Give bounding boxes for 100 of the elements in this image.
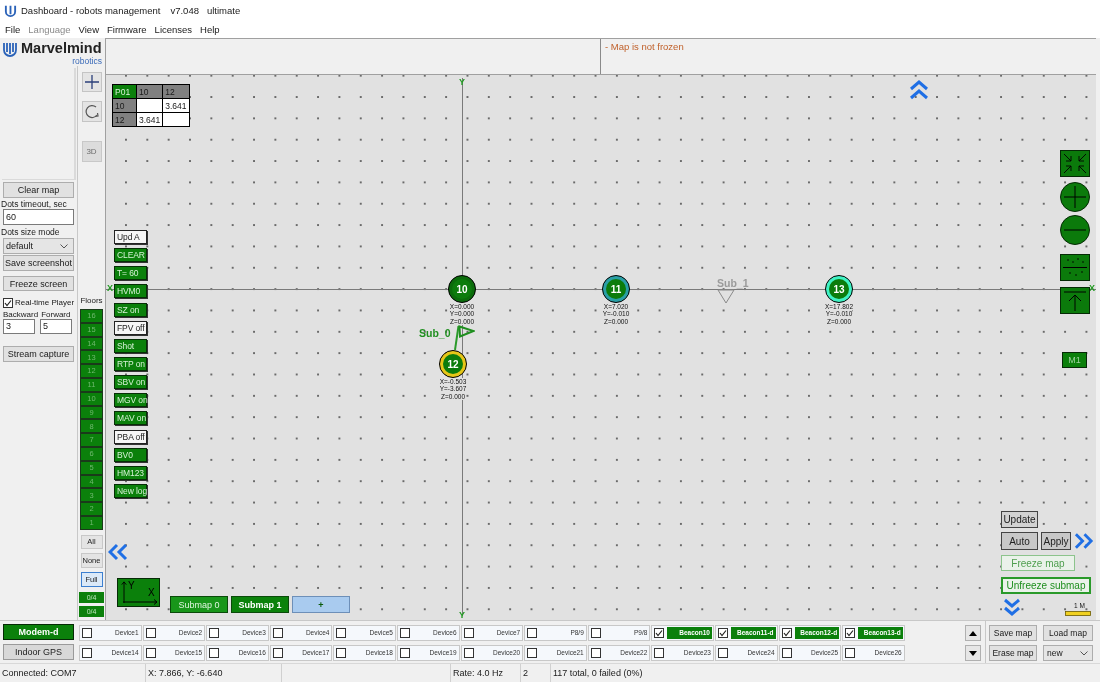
arrow-up-icon[interactable] xyxy=(1060,287,1090,314)
map-toggle-button[interactable]: HM123 xyxy=(114,465,147,480)
map-toggle-button[interactable]: HVM0 xyxy=(114,284,147,299)
erase-map-button[interactable]: Erase map xyxy=(989,645,1037,661)
save-map-button[interactable]: Save map xyxy=(989,625,1037,641)
map-toggle-button[interactable]: New log xyxy=(114,483,147,498)
scale-bar-icon xyxy=(1065,611,1091,616)
checkbox[interactable] xyxy=(272,628,283,638)
double-chevron-left-icon[interactable] xyxy=(108,543,128,561)
menu-item[interactable]: File xyxy=(1,23,25,35)
marker-label: Sub_1 xyxy=(717,277,749,289)
triangle-marker-icon[interactable] xyxy=(458,325,475,338)
auto-button[interactable]: Auto xyxy=(1001,532,1038,550)
freeze-screen-button[interactable]: Freeze screen xyxy=(3,276,74,291)
menu-item[interactable]: Help xyxy=(196,23,224,35)
caret-icon xyxy=(60,243,68,249)
stream-capture-button[interactable]: Stream capture xyxy=(3,346,74,362)
checkbox[interactable] xyxy=(527,648,538,658)
logo-text: Marvelmind xyxy=(21,40,102,57)
input-field[interactable]: 60 xyxy=(3,209,74,225)
beacon-marker[interactable]: 13 xyxy=(825,275,853,303)
status-text: 2 xyxy=(521,664,551,682)
checkbox[interactable] xyxy=(272,648,283,658)
dotted-grid-icon[interactable] xyxy=(1060,254,1090,281)
submap-tab[interactable]: Submap 0 xyxy=(170,596,228,613)
menu-item[interactable]: Firmware xyxy=(103,23,151,35)
checkbox[interactable] xyxy=(82,628,92,638)
zoom-out-icon[interactable] xyxy=(1060,215,1090,245)
version-label: v7.048 xyxy=(170,4,199,16)
checkbox[interactable] xyxy=(145,628,156,638)
beacon-marker[interactable]: 11 xyxy=(602,275,630,303)
crosshair-icon[interactable] xyxy=(81,72,102,92)
save-screenshot-button[interactable]: Save screenshot xyxy=(3,255,74,271)
checkbox[interactable] xyxy=(717,628,728,638)
map-toggle-button[interactable]: BV0 xyxy=(114,447,147,462)
map-toggle-button[interactable]: FPV off xyxy=(114,320,147,335)
menu-item[interactable]: View xyxy=(74,23,103,35)
checkbox[interactable] xyxy=(590,628,601,638)
checkbox[interactable] xyxy=(209,648,220,658)
marker-label: Sub_0 xyxy=(419,327,451,339)
checkbox[interactable] xyxy=(845,648,856,658)
map-toggle-button[interactable]: SBV on xyxy=(114,375,147,390)
double-chevron-right-icon[interactable] xyxy=(1074,532,1094,550)
load-map-button[interactable]: Load map xyxy=(1043,625,1093,641)
column-header: P01 xyxy=(112,84,137,99)
dropdown[interactable]: new xyxy=(1043,645,1093,661)
map-toggle-button[interactable]: RTP on xyxy=(114,357,147,371)
mode-button[interactable]: Indoor GPS xyxy=(3,644,74,660)
map-toggle-button[interactable]: PBA off xyxy=(114,429,147,444)
checkbox[interactable] xyxy=(463,648,474,658)
map-toggle-button[interactable]: SZ on xyxy=(114,302,147,317)
checkbox[interactable] xyxy=(717,648,728,658)
double-chevron-down-icon[interactable] xyxy=(1003,598,1021,616)
beacon-marker[interactable]: 12 xyxy=(439,350,467,378)
submap-tab[interactable]: Submap 1 xyxy=(231,596,289,613)
map-toggle-button[interactable]: T= 60 xyxy=(114,266,147,281)
checkbox[interactable] xyxy=(336,628,347,638)
map-toggle-button[interactable]: Shot xyxy=(114,338,147,353)
checkbox[interactable] xyxy=(845,628,856,638)
map-canvas[interactable] xyxy=(106,75,1096,620)
marker-tag[interactable]: M1 xyxy=(1062,352,1087,368)
clear-map-button[interactable]: Clear map xyxy=(3,182,74,198)
logo-icon xyxy=(2,41,18,57)
apply-button[interactable]: Apply xyxy=(1041,532,1071,550)
input-field[interactable]: 5 xyxy=(40,319,72,334)
checkbox[interactable] xyxy=(654,628,665,638)
checkbox[interactable] xyxy=(145,648,156,658)
rotate-icon[interactable] xyxy=(81,101,102,122)
beacon-marker[interactable]: 10 xyxy=(448,275,476,303)
zoom-in-icon[interactable] xyxy=(1060,182,1090,212)
checkbox[interactable] xyxy=(399,628,410,638)
axis-orientation-button[interactable]: Y X xyxy=(117,578,160,607)
checkbox[interactable] xyxy=(463,628,474,638)
map-toggle-button[interactable]: Upd A xyxy=(114,230,147,244)
app-logo-icon xyxy=(4,3,17,17)
checkbox[interactable] xyxy=(336,648,347,658)
checkbox[interactable] xyxy=(399,648,410,658)
checkbox[interactable] xyxy=(590,648,601,658)
dropdown[interactable]: default xyxy=(3,238,74,254)
input-field[interactable]: 3 xyxy=(3,319,35,334)
checkbox[interactable] xyxy=(3,297,13,308)
map-toggle-button[interactable]: CLEAR xyxy=(114,248,147,263)
checkbox[interactable] xyxy=(781,648,792,658)
double-chevron-up-icon[interactable] xyxy=(909,80,929,100)
update-button[interactable]: Update xyxy=(1001,511,1038,528)
fit-view-icon[interactable] xyxy=(1060,150,1090,177)
checkbox[interactable] xyxy=(781,628,792,638)
triangle-marker-icon[interactable] xyxy=(717,289,735,304)
scroll-down-button[interactable] xyxy=(965,645,981,661)
checkbox[interactable] xyxy=(209,628,220,638)
add-submap-button[interactable]: + xyxy=(292,596,350,613)
unfreeze-submap-button[interactable]: Unfreeze submap xyxy=(1001,577,1091,594)
checkbox[interactable] xyxy=(82,648,92,658)
menu-item[interactable]: Licenses xyxy=(150,23,197,35)
checkbox[interactable] xyxy=(654,648,665,658)
mode-button[interactable]: Modem-d xyxy=(3,624,74,640)
map-toggle-button[interactable]: MGV on xyxy=(114,393,147,408)
scroll-up-button[interactable] xyxy=(965,625,981,641)
checkbox[interactable] xyxy=(527,628,538,638)
map-toggle-button[interactable]: MAV on xyxy=(114,411,147,426)
